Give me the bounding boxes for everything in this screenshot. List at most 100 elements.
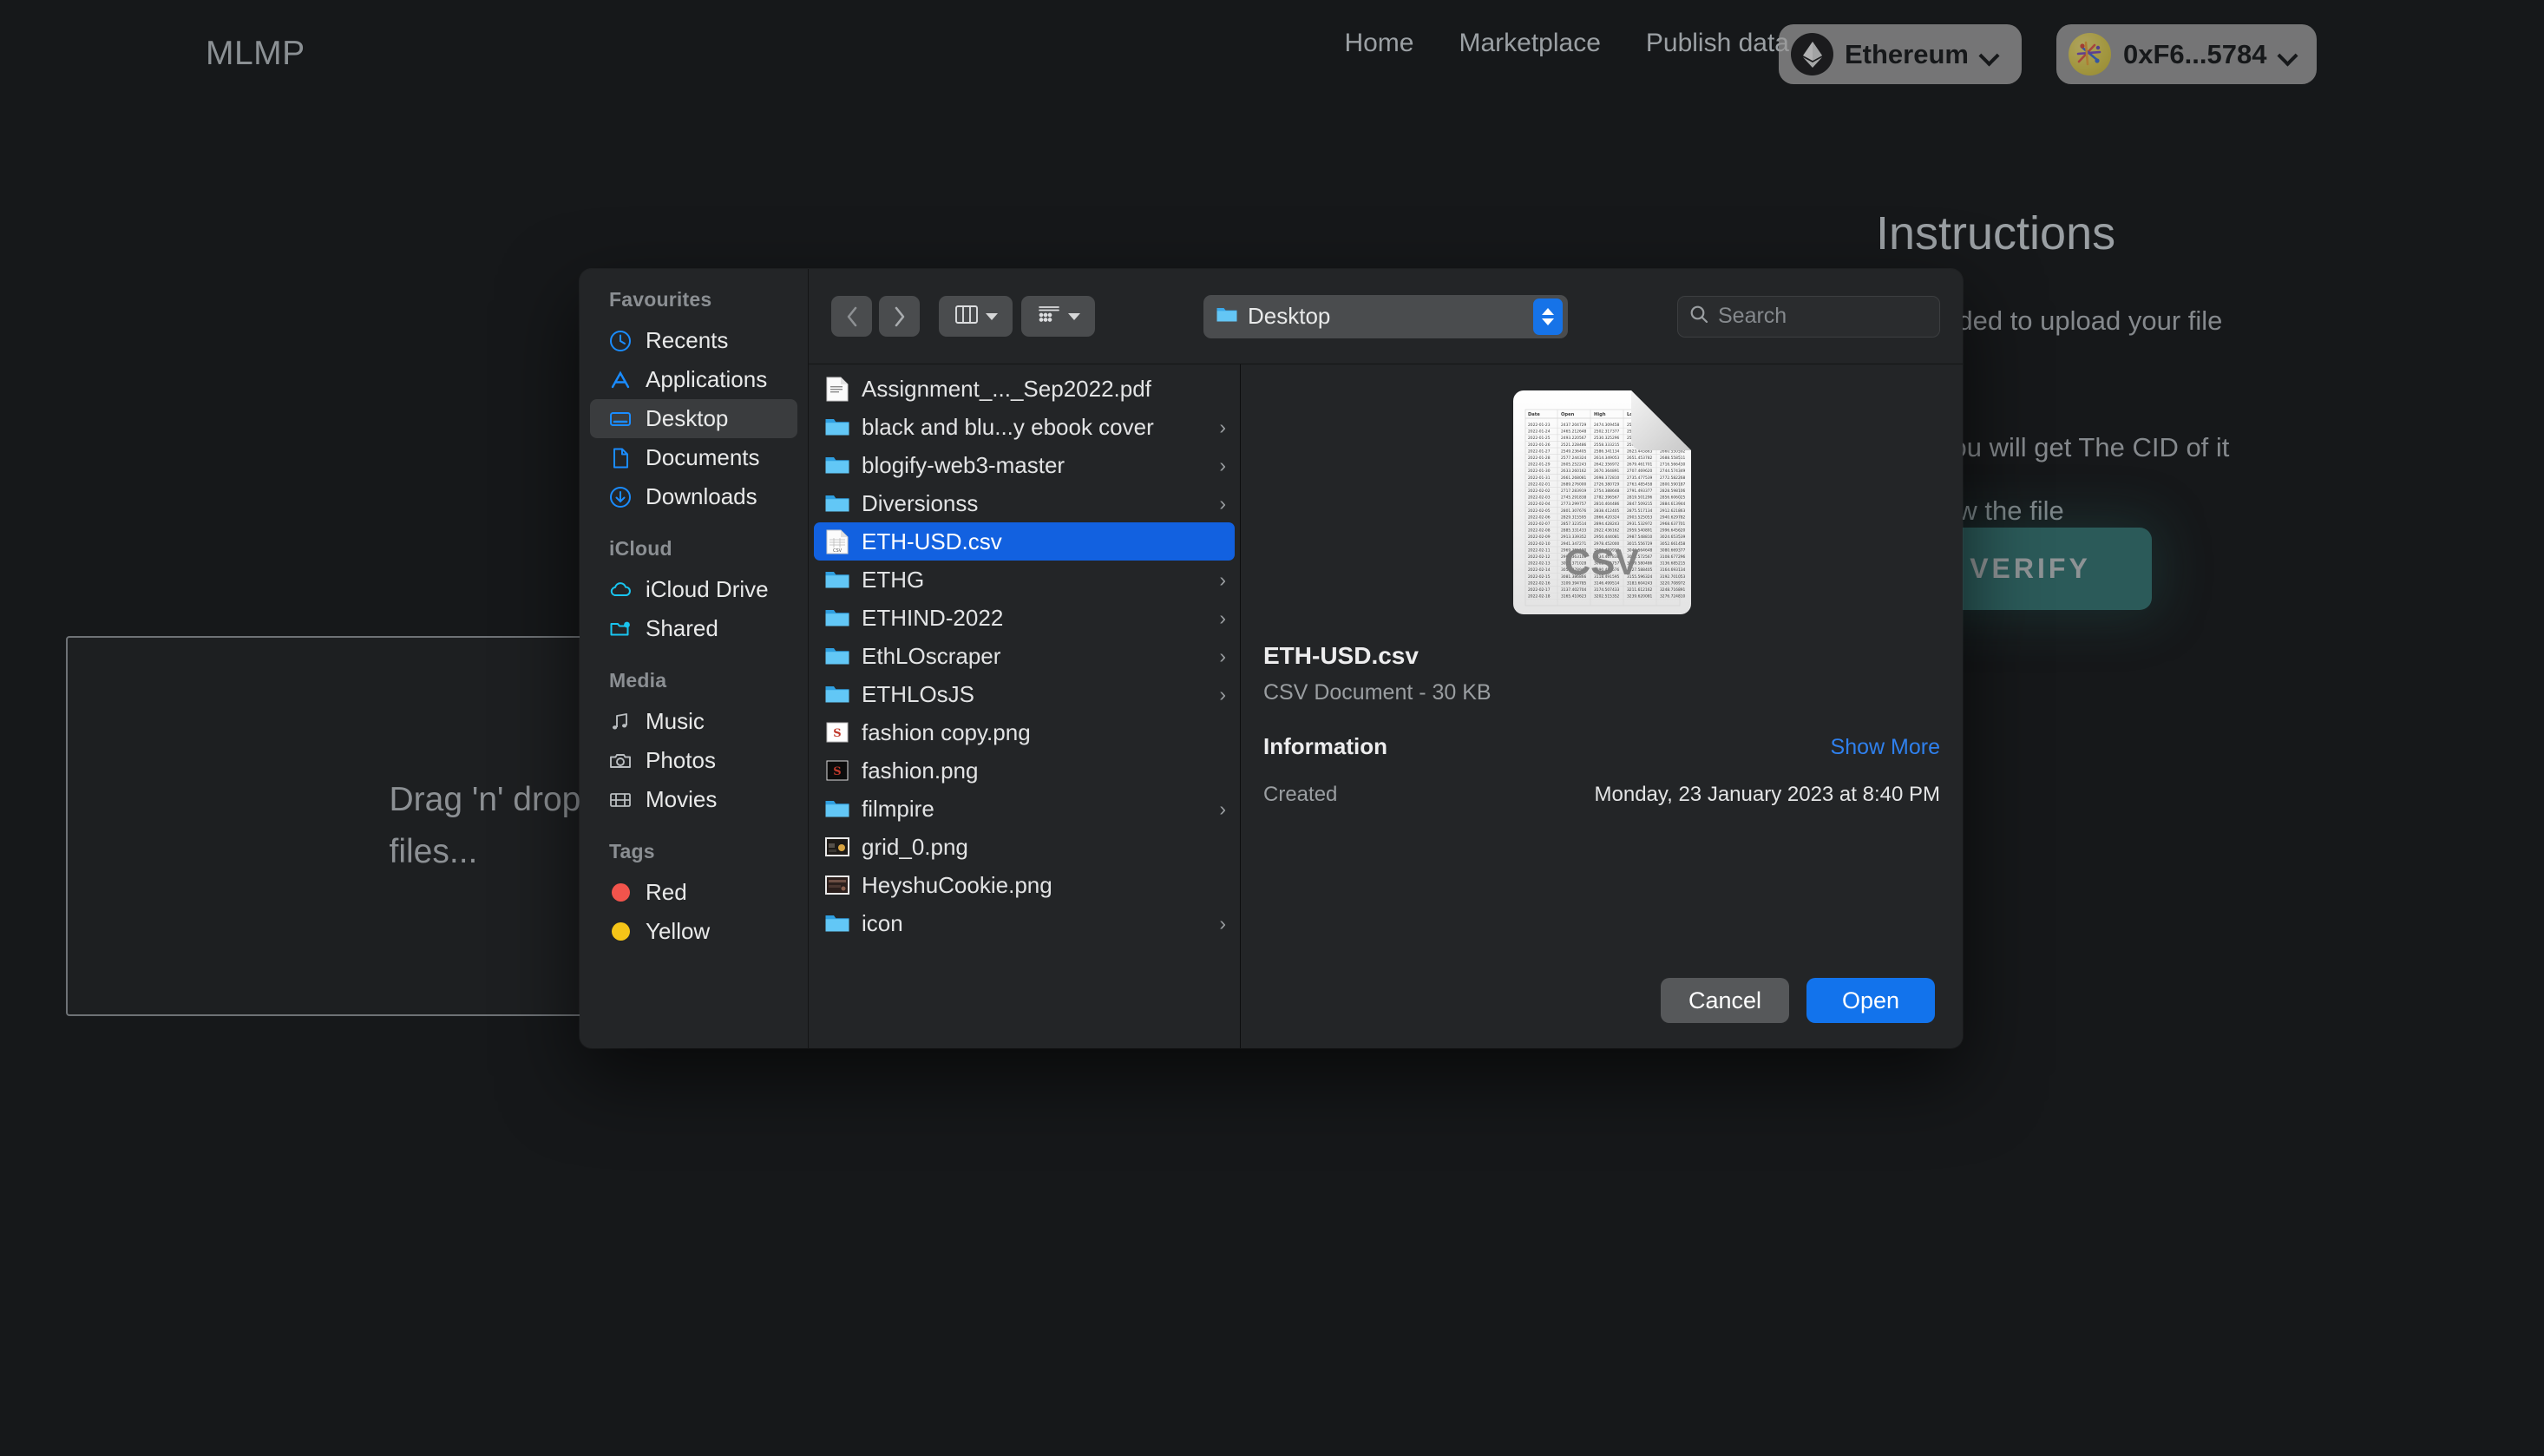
cancel-button[interactable]: Cancel (1661, 978, 1789, 1023)
svg-text:2022-02-01: 2022-02-01 (1528, 482, 1551, 487)
preview-information-header: Information Show More (1263, 733, 1940, 760)
svg-text:2931.532972: 2931.532972 (1627, 521, 1653, 527)
svg-text:2022-02-03: 2022-02-03 (1528, 495, 1551, 501)
chain-selector-button[interactable]: Ethereum (1779, 24, 2022, 84)
navbar: MLMP Home Marketplace Publish data Ether… (0, 0, 2544, 113)
file-list-row[interactable]: ETHG › (814, 561, 1235, 599)
file-list-row[interactable]: Diversionss › (814, 484, 1235, 522)
sidebar-item-icloud-drive[interactable]: iCloud Drive (590, 570, 797, 609)
show-more-link[interactable]: Show More (1831, 735, 1940, 760)
file-list[interactable]: Assignment_..._Sep2022.pdf black and blu.… (809, 364, 1241, 1048)
svg-text:S: S (833, 727, 841, 740)
svg-text:2922.436162: 2922.436162 (1594, 528, 1620, 534)
brand-logo[interactable]: MLMP (206, 35, 305, 73)
svg-text:2987.548810: 2987.548810 (1627, 535, 1653, 540)
sidebar-item-documents[interactable]: Documents (590, 438, 797, 477)
file-list-row[interactable]: Sfashion.png (814, 751, 1235, 790)
file-list-row[interactable]: ETHLOsJS › (814, 675, 1235, 713)
file-list-row[interactable]: CSV ETH-USD.csv (814, 522, 1235, 561)
camera-icon (607, 748, 633, 774)
svg-text:3174.507433: 3174.507433 (1594, 587, 1620, 593)
app-root: MLMP Home Marketplace Publish data Ether… (0, 0, 2544, 1456)
wallet-button[interactable]: 0xF6...5784 (2056, 24, 2318, 84)
nav-link-publish-data[interactable]: Publish data (1646, 29, 1789, 58)
sidebar-item-photos[interactable]: Photos (590, 741, 797, 780)
svg-text:2679.461701: 2679.461701 (1627, 462, 1653, 468)
file-list-row[interactable]: HeyshuCookie.png (814, 866, 1235, 904)
file-name: fashion copy.png (862, 718, 1031, 745)
sidebar-item-label: Applications (646, 366, 768, 392)
svg-text:2866.420324: 2866.420324 (1594, 515, 1620, 520)
nav-link-home[interactable]: Home (1344, 29, 1413, 58)
svg-text:3052.661458: 3052.661458 (1660, 541, 1686, 547)
back-button[interactable] (831, 296, 872, 337)
group-by-button[interactable] (1021, 296, 1095, 337)
file-list-row[interactable]: EthLOscraper › (814, 637, 1235, 675)
svg-text:2698.372810: 2698.372810 (1594, 475, 1620, 481)
svg-text:2772.582268: 2772.582268 (1660, 475, 1686, 481)
sidebar-group-favourites: Favourites Recents Applications Desktop … (580, 288, 808, 516)
open-button[interactable]: Open (1806, 978, 1935, 1023)
document-icon (607, 445, 633, 471)
csv-icon: CSV (824, 528, 850, 554)
sidebar-item-label: Documents (646, 444, 760, 470)
forward-button[interactable] (879, 296, 920, 337)
svg-text:2810.404486: 2810.404486 (1594, 502, 1620, 507)
search-field[interactable]: Search (1677, 295, 1940, 338)
column-view-button[interactable] (939, 296, 1013, 337)
updown-stepper-icon[interactable] (1533, 298, 1563, 335)
instructions-heading: Instructions (1876, 207, 2116, 259)
svg-text:2502.317377: 2502.317377 (1594, 430, 1620, 435)
svg-text:2022-02-12: 2022-02-12 (1528, 554, 1551, 560)
svg-text:3024.653539: 3024.653539 (1660, 535, 1686, 540)
path-popup-button[interactable]: Desktop (1203, 294, 1568, 338)
file-list-row[interactable]: filmpire › (814, 790, 1235, 828)
svg-text:3165.410623: 3165.410623 (1561, 594, 1587, 600)
sidebar-item-recents[interactable]: Recents (590, 321, 797, 360)
img-light-icon: S (824, 719, 850, 745)
svg-text:2022-01-31: 2022-01-31 (1528, 475, 1551, 481)
svg-text:3137.402704: 3137.402704 (1561, 587, 1587, 593)
file-list-row[interactable]: Assignment_..._Sep2022.pdf (814, 370, 1235, 408)
file-list-row[interactable]: blogify-web3-master › (814, 446, 1235, 484)
svg-text:2614.349053: 2614.349053 (1594, 456, 1620, 461)
folder-icon (824, 490, 850, 516)
sidebar-item-label: iCloud Drive (646, 576, 769, 602)
file-name: ETH-USD.csv (862, 528, 1002, 554)
file-name: blogify-web3-master (862, 451, 1065, 478)
file-list-row[interactable]: black and blu...y ebook cover › (814, 408, 1235, 446)
file-list-row[interactable]: icon › (814, 904, 1235, 942)
sidebar-item-desktop[interactable]: Desktop (590, 399, 797, 438)
file-name: icon (862, 909, 903, 936)
file-name: EthLOscraper (862, 642, 1001, 669)
svg-text:2022-01-25: 2022-01-25 (1528, 436, 1551, 441)
dialog-toolbar: Desktop Search (809, 269, 1963, 364)
sidebar-item-tag-red[interactable]: Red (590, 873, 797, 912)
sidebar-item-label: Red (646, 879, 687, 905)
nav-link-marketplace[interactable]: Marketplace (1459, 29, 1600, 58)
sidebar-item-shared[interactable]: Shared (590, 609, 797, 648)
pdf-icon (824, 376, 850, 402)
ethereum-diamond-icon (1791, 33, 1833, 75)
sidebar-item-movies[interactable]: Movies (590, 780, 797, 819)
svg-text:2474.309458: 2474.309458 (1594, 423, 1620, 428)
sidebar-item-downloads[interactable]: Downloads (590, 477, 797, 516)
svg-text:2022-02-18: 2022-02-18 (1528, 594, 1551, 600)
file-list-row[interactable]: ETHIND-2022 › (814, 599, 1235, 637)
file-list-row[interactable]: grid_0.png (814, 828, 1235, 866)
chain-label: Ethereum (1845, 38, 1969, 69)
svg-text:2744.574349: 2744.574349 (1660, 469, 1686, 474)
svg-text:2493.220567: 2493.220567 (1561, 436, 1587, 441)
sidebar-item-tag-yellow[interactable]: Yellow (590, 912, 797, 951)
svg-text:2521.228486: 2521.228486 (1561, 443, 1587, 448)
file-list-row[interactable]: Sfashion copy.png (814, 713, 1235, 751)
sidebar-item-label: Downloads (646, 483, 757, 509)
svg-text:2642.356972: 2642.356972 (1594, 462, 1620, 468)
dialog-footer: Cancel Open (1241, 953, 1963, 1048)
chevron-down-icon (1067, 312, 1080, 320)
sidebar-item-applications[interactable]: Applications (590, 360, 797, 399)
svg-text:2819.501296: 2819.501296 (1627, 495, 1653, 501)
sidebar-item-music[interactable]: Music (590, 702, 797, 741)
sidebar-item-label: Yellow (646, 918, 711, 944)
svg-text:2022-01-28: 2022-01-28 (1528, 456, 1551, 461)
